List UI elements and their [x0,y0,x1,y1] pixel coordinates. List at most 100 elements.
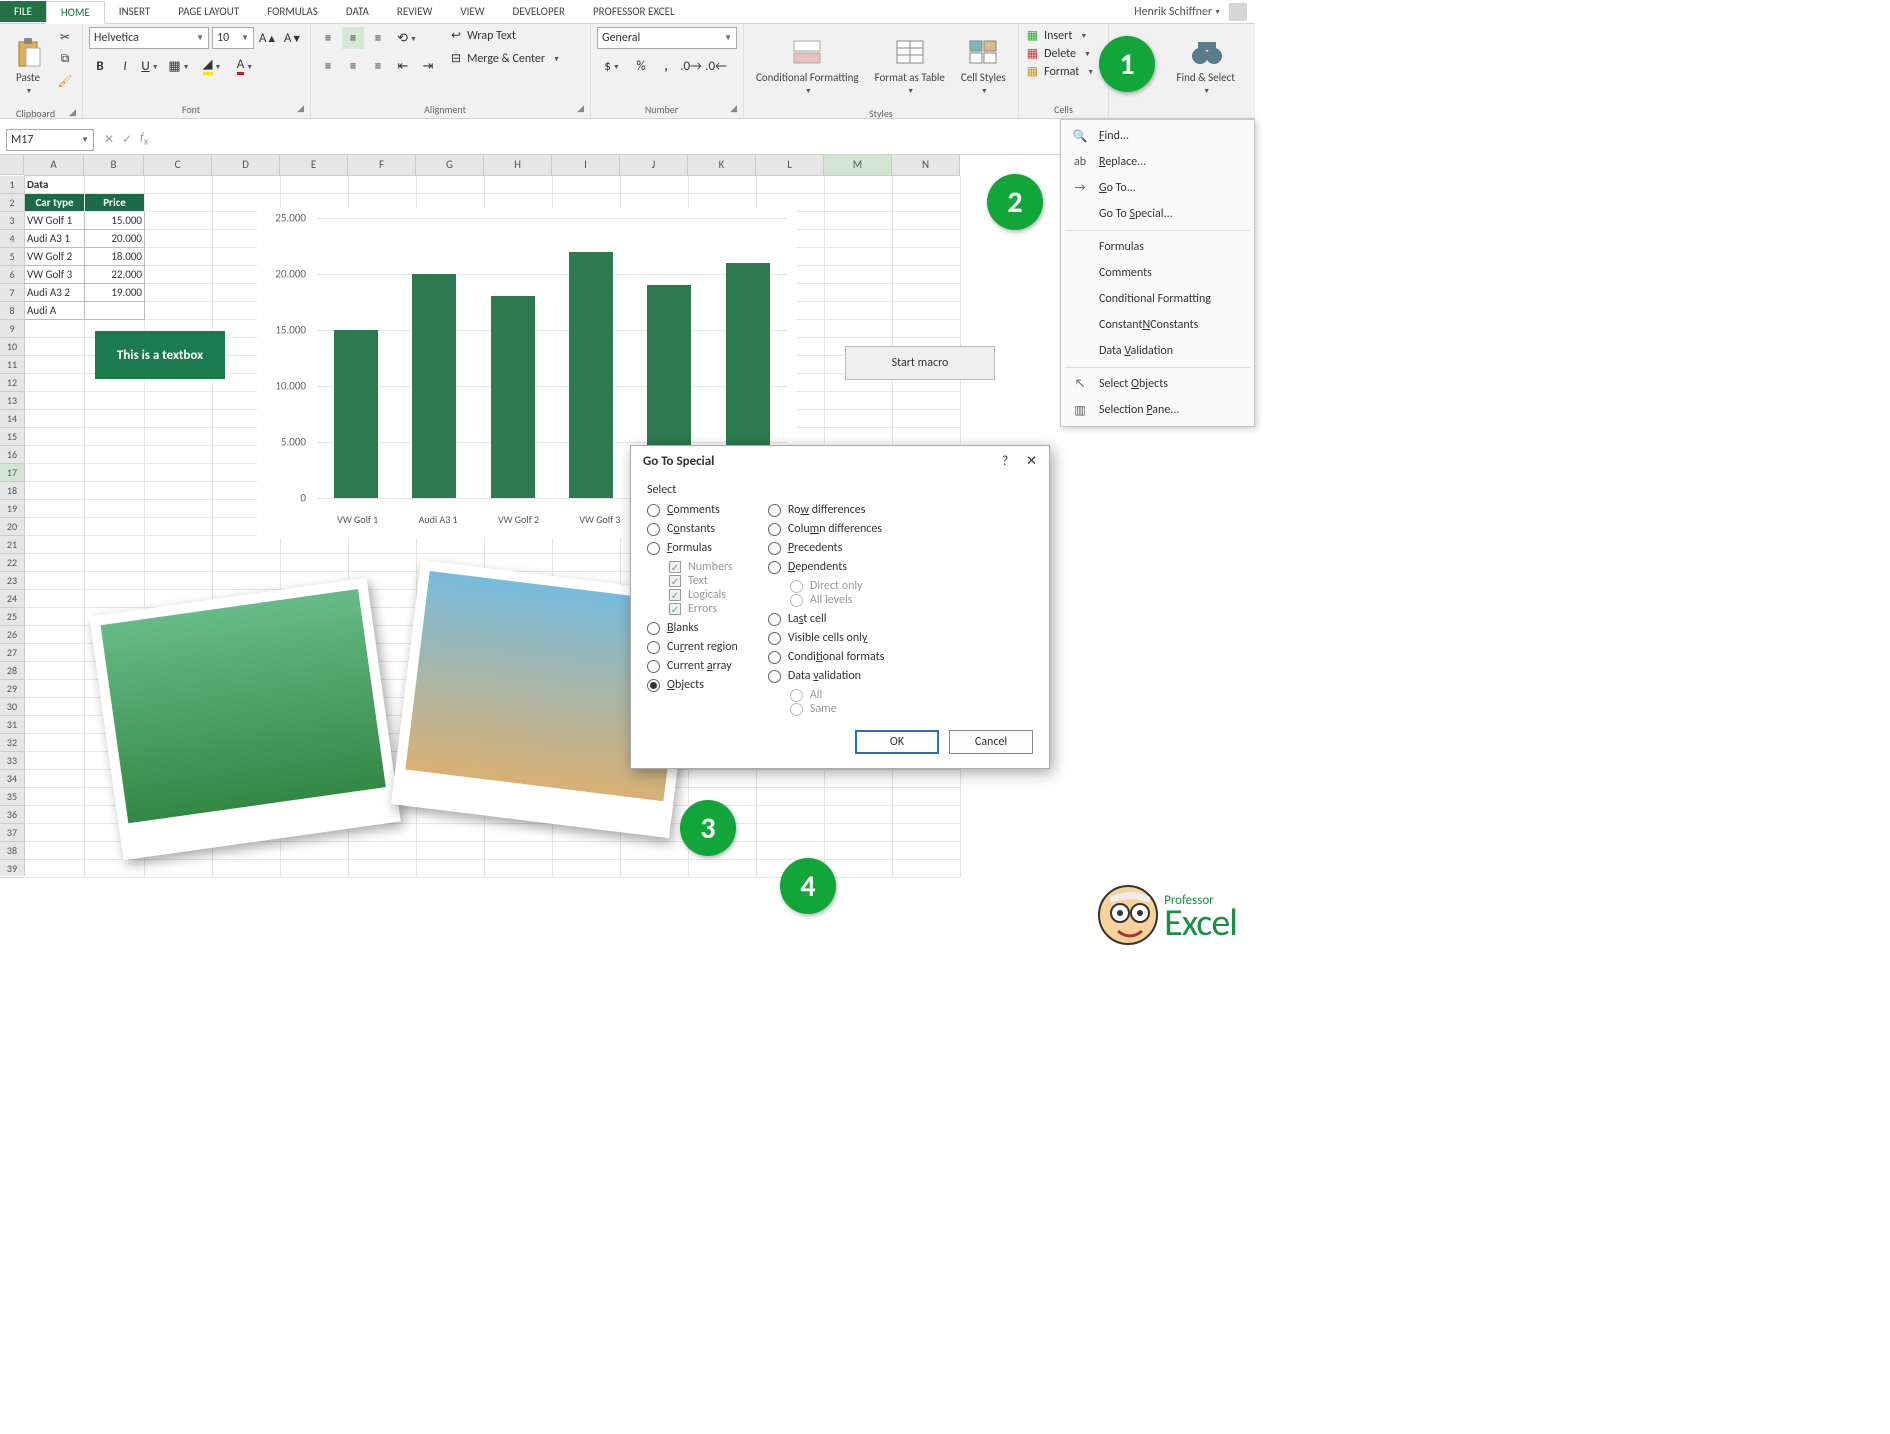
cell[interactable] [893,770,961,788]
cell[interactable] [85,482,145,500]
row-header[interactable]: 33 [0,752,24,770]
column-header[interactable]: B [84,155,144,175]
column-header[interactable]: D [212,155,280,175]
tab-page-layout[interactable]: PAGE LAYOUT [164,1,253,22]
cell[interactable] [553,860,621,878]
select-all-corner[interactable] [0,155,24,175]
cell[interactable] [25,518,85,536]
cell[interactable] [825,176,893,194]
cell[interactable] [621,842,689,860]
radio-column-differences[interactable]: Column differences [768,522,885,536]
row-header[interactable]: 4 [0,230,24,248]
cell[interactable] [417,176,485,194]
cut-button[interactable]: ✂ [54,27,76,47]
cell[interactable] [85,500,145,518]
radio-constants[interactable]: Constants [647,522,738,536]
cell[interactable] [349,860,417,878]
row-header[interactable]: 23 [0,572,24,590]
cell[interactable] [893,392,961,410]
align-right-button[interactable]: ≡ [367,55,389,77]
menu-item-go-to[interactable]: →Go To... [1061,175,1254,201]
row-header[interactable]: 24 [0,590,24,608]
cell[interactable] [85,536,145,554]
cell[interactable] [757,788,825,806]
cell[interactable] [145,536,213,554]
cell[interactable]: Car type [25,194,85,212]
menu-item-data-validation[interactable]: Data Validation [1061,338,1254,364]
row-header[interactable]: 5 [0,248,24,266]
cell[interactable] [145,248,213,266]
dialog-launcher[interactable]: ◢ [577,103,584,114]
row-header[interactable]: 35 [0,788,24,806]
cell[interactable] [145,302,213,320]
menu-item-go-to-special[interactable]: Go To Special... [1061,201,1254,227]
cell[interactable] [893,302,961,320]
row-header[interactable]: 12 [0,374,24,392]
row-header[interactable]: 34 [0,770,24,788]
cell[interactable] [485,824,553,842]
cell[interactable] [689,176,757,194]
column-header[interactable]: F [348,155,416,175]
bold-button[interactable]: B [89,55,111,77]
radio-objects[interactable]: Objects [647,678,738,692]
cell[interactable] [25,752,85,770]
align-bottom-button[interactable]: ≡ [367,27,389,49]
cell[interactable] [825,392,893,410]
cell[interactable] [553,554,621,572]
tab-formulas[interactable]: FORMULAS [253,1,332,22]
cell[interactable]: Data [25,176,85,194]
radio-conditional-formats[interactable]: Conditional formats [768,650,885,664]
menu-item-constants[interactable]: ConstantNConstants [1061,312,1254,338]
cell[interactable] [553,842,621,860]
cell[interactable] [485,842,553,860]
enter-formula-icon[interactable]: ✓ [122,132,132,147]
cell[interactable] [145,428,213,446]
cancel-button[interactable]: Cancel [949,730,1033,754]
percent-button[interactable]: % [630,55,652,77]
column-header[interactable]: E [280,155,348,175]
cell[interactable] [825,788,893,806]
cell[interactable] [25,428,85,446]
textbox-shape[interactable]: This is a textbox [95,331,225,379]
cell[interactable] [25,734,85,752]
cell[interactable] [85,410,145,428]
cell[interactable] [25,572,85,590]
row-header[interactable]: 14 [0,410,24,428]
cell[interactable] [757,176,825,194]
cell[interactable] [25,644,85,662]
cell[interactable] [825,320,893,338]
dialog-launcher[interactable]: ◢ [730,103,737,114]
cell[interactable]: 18.000 [85,248,145,266]
cell[interactable] [825,806,893,824]
radio-row-differences[interactable]: Row differences [768,503,885,517]
cell[interactable] [145,212,213,230]
cell[interactable]: 19.000 [85,284,145,302]
increase-font-button[interactable]: A▲ [257,27,279,49]
radio-blanks[interactable]: Blanks [647,621,738,635]
cell[interactable] [145,392,213,410]
cell[interactable] [145,518,213,536]
cell[interactable] [25,536,85,554]
cell[interactable] [757,770,825,788]
cell[interactable] [825,428,893,446]
cell[interactable] [25,374,85,392]
cell[interactable] [145,410,213,428]
comma-button[interactable]: , [655,55,677,77]
increase-indent-button[interactable]: ⇥ [417,55,439,77]
row-header[interactable]: 28 [0,662,24,680]
cell[interactable] [349,554,417,572]
cell[interactable] [85,428,145,446]
cell[interactable]: Audi A3 1 [25,230,85,248]
cell[interactable] [85,860,145,878]
copy-button[interactable]: ⧉ [54,49,76,69]
cell[interactable] [893,410,961,428]
italic-button[interactable]: I [114,55,136,77]
row-header[interactable]: 37 [0,824,24,842]
ok-button[interactable]: OK [855,730,939,754]
column-header[interactable]: A [24,155,84,175]
cell[interactable] [417,860,485,878]
cell[interactable] [893,842,961,860]
row-header[interactable]: 20 [0,518,24,536]
radio-visible-cells-only[interactable]: Visible cells only [768,631,885,645]
cell[interactable]: VW Golf 2 [25,248,85,266]
